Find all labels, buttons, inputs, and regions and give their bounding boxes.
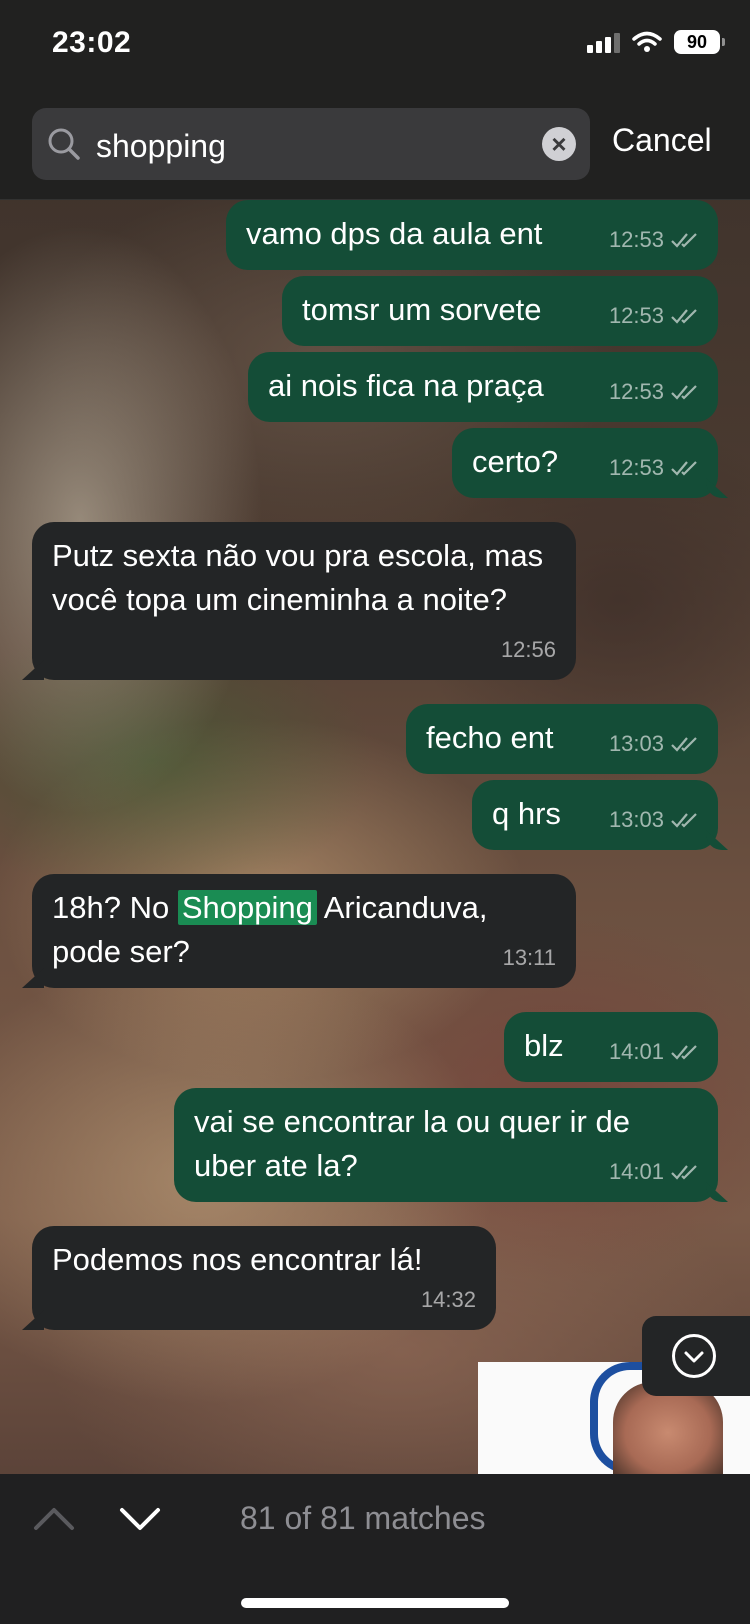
battery-indicator: 90 — [674, 30, 725, 54]
cellular-signal-icon — [587, 31, 620, 53]
message-text: Podemos nos encontrar lá! — [52, 1242, 423, 1277]
double-check-icon — [671, 1045, 697, 1060]
clear-search-icon[interactable]: × — [542, 127, 576, 161]
match-count: 81 of 81 matches — [240, 1500, 486, 1536]
message-time: 14:01 — [608, 1159, 664, 1184]
status-icons: 90 — [587, 30, 725, 54]
message-text: Putz sexta não vou pra escola, mas você … — [52, 538, 544, 617]
search-icon — [48, 128, 80, 160]
message-time: 14:32 — [420, 1287, 476, 1312]
search-results-bar: 81 of 81 matches — [0, 1474, 750, 1624]
search-query: shopping — [96, 128, 226, 164]
message-time: 13:03 — [608, 807, 664, 832]
message-time: 13:03 — [608, 731, 664, 756]
search-match-highlight: Shopping — [177, 890, 317, 925]
message-bubble[interactable]: tomsr um sorvete 12:53 — [282, 276, 718, 346]
message-bubble[interactable]: Putz sexta não vou pra escola, mas você … — [32, 522, 576, 680]
cancel-button[interactable]: Cancel — [612, 122, 712, 159]
double-check-icon — [671, 461, 697, 476]
message-bubble[interactable]: fecho ent 13:03 — [406, 704, 718, 774]
double-check-icon — [671, 813, 697, 828]
scroll-to-bottom-button[interactable] — [642, 1316, 750, 1396]
wifi-icon — [632, 31, 662, 52]
double-check-icon — [671, 737, 697, 752]
search-input[interactable]: shopping × — [32, 108, 590, 180]
double-check-icon — [671, 309, 697, 324]
message-bubble[interactable]: certo? 12:53 — [452, 428, 718, 498]
message-time: 12:56 — [500, 637, 556, 662]
message-time: 13:11 — [502, 945, 556, 970]
chevron-down-circle-icon — [672, 1334, 716, 1378]
message-bubble[interactable]: vai se encontrar la ou quer ir de uber a… — [174, 1088, 718, 1202]
message-bubble[interactable]: ai nois fica na praça 12:53 — [248, 352, 718, 422]
message-bubble[interactable]: q hrs 13:03 — [472, 780, 718, 850]
search-header: 23:02 90 shopping × Cancel — [0, 0, 750, 200]
message-text: 18h? No Shopping Aricanduva, pode ser? — [52, 890, 488, 969]
message-bubble[interactable]: vamo dps da aula ent 12:53 — [226, 200, 718, 270]
message-bubble[interactable]: blz 14:01 — [504, 1012, 718, 1082]
message-bubble[interactable]: Podemos nos encontrar lá! 14:32 — [32, 1226, 496, 1330]
next-match-chevron-down-icon[interactable] — [118, 1498, 162, 1538]
message-time: 12:53 — [608, 303, 664, 328]
message-time: 12:53 — [608, 227, 664, 252]
double-check-icon — [671, 1165, 697, 1180]
double-check-icon — [671, 233, 697, 248]
previous-match-chevron-up-icon[interactable] — [32, 1498, 76, 1538]
home-indicator[interactable] — [241, 1598, 509, 1608]
message-bubble-search-match[interactable]: 18h? No Shopping Aricanduva, pode ser? 1… — [32, 874, 576, 988]
status-time: 23:02 — [52, 26, 132, 59]
message-time: 14:01 — [608, 1039, 664, 1064]
double-check-icon — [671, 385, 697, 400]
message-time: 12:53 — [608, 379, 664, 404]
message-time: 12:53 — [608, 455, 664, 480]
